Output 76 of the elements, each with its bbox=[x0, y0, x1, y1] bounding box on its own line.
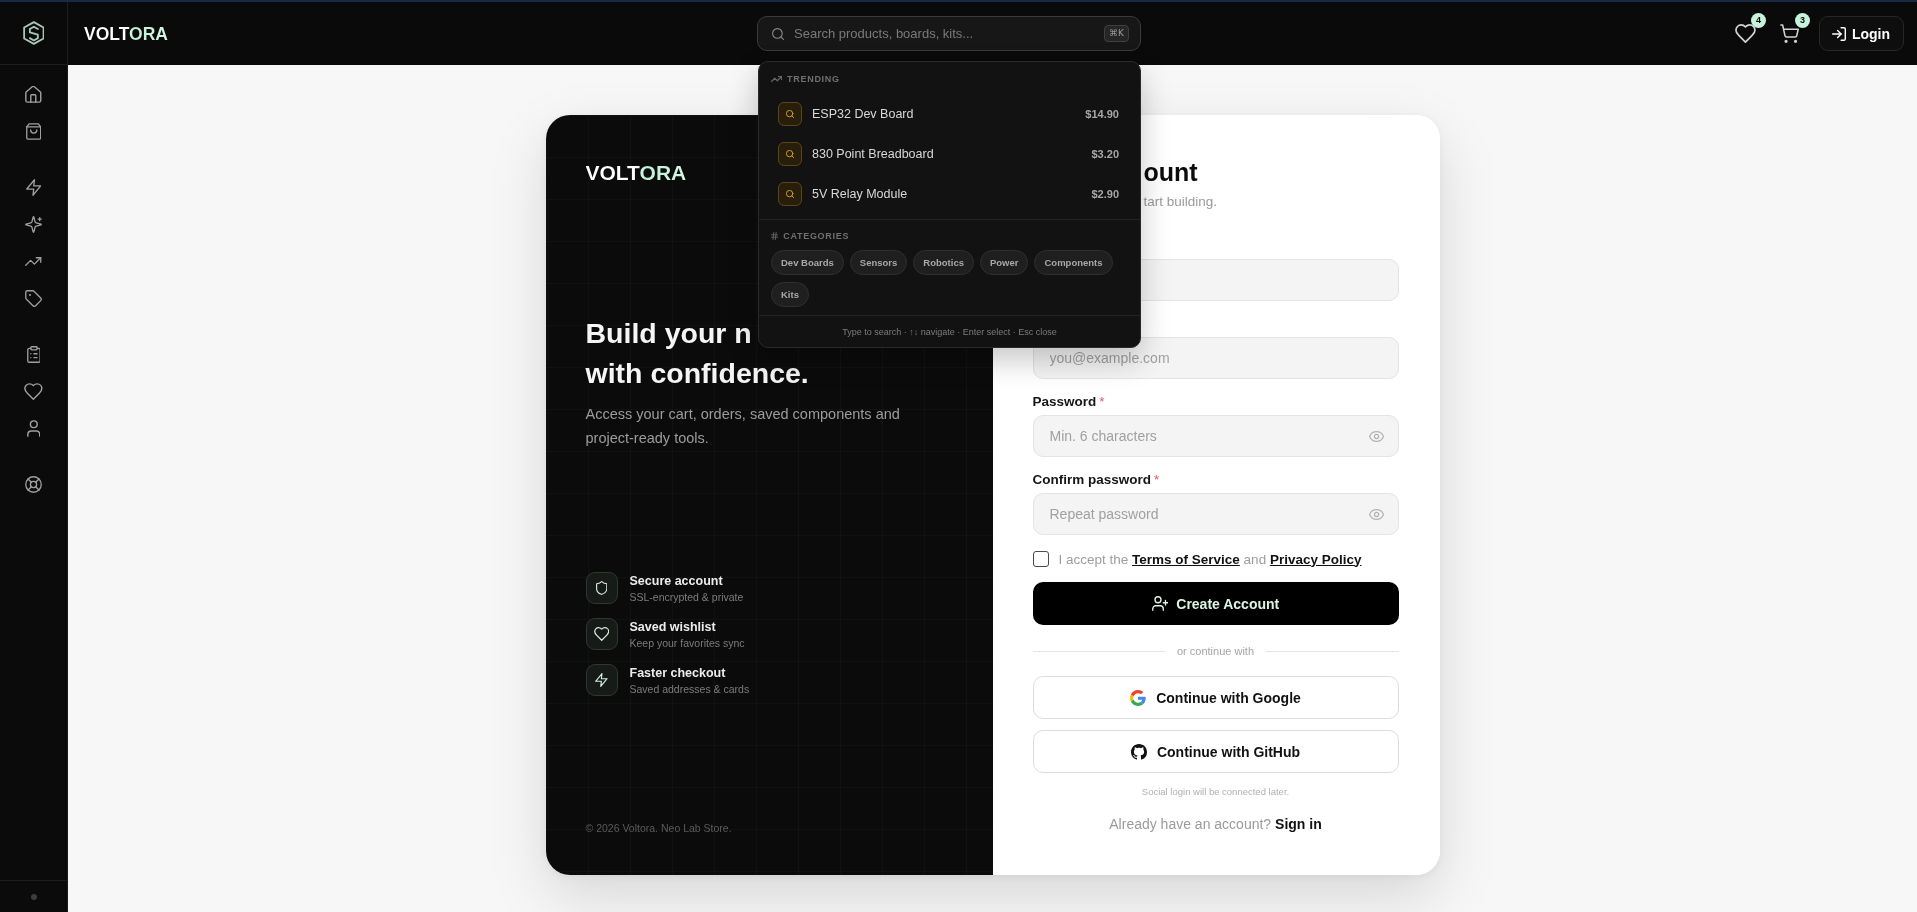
password-field[interactable]: Repeat password bbox=[1032, 493, 1399, 535]
wishlist-count-badge: 4 bbox=[1750, 12, 1766, 28]
feature-title: Saved wishlist bbox=[629, 618, 716, 635]
suggestion-text[interactable]: 5V Relay Module bbox=[812, 187, 908, 201]
cart-count-badge: 3 bbox=[1794, 12, 1810, 28]
feature-subtitle: Saved addresses & cards bbox=[629, 682, 750, 696]
feature-title: Faster checkout bbox=[629, 664, 726, 681]
feature-title: Secure account bbox=[629, 572, 723, 589]
lifebuoy-icon bbox=[25, 475, 42, 493]
search-icon bbox=[778, 102, 802, 126]
login-button[interactable]: Login bbox=[1818, 16, 1904, 51]
shield-icon bbox=[585, 572, 618, 604]
login-icon bbox=[1831, 26, 1846, 41]
field-label: Confirm password * bbox=[1032, 471, 1160, 487]
form-title: ount bbox=[1143, 157, 1199, 187]
category-chip[interactable]: Kits bbox=[771, 282, 809, 307]
cart-button[interactable]: 3 bbox=[1771, 15, 1808, 52]
social-login-button[interactable]: Continue with GitHub bbox=[1032, 730, 1399, 773]
search-icon bbox=[778, 142, 802, 166]
price-text: $14.90 bbox=[1085, 108, 1119, 120]
signin-prompt: Already have an account? Sign in bbox=[1109, 815, 1322, 833]
policy-link[interactable]: Privacy Policy bbox=[1269, 551, 1362, 567]
copyright-text: © 2026 Voltora. Neo Lab Store. bbox=[585, 821, 732, 835]
trending-up-icon bbox=[771, 76, 782, 82]
suggestion-text[interactable]: ESP32 Dev Board bbox=[812, 107, 914, 121]
feature-subtitle: SSL-encrypted & private bbox=[629, 590, 744, 604]
policy-link[interactable]: Terms of Service bbox=[1132, 551, 1240, 567]
wishlist-button[interactable]: 4 bbox=[1727, 15, 1764, 52]
trending-up-icon bbox=[25, 256, 42, 266]
hash-icon bbox=[771, 232, 779, 240]
suggestion-text[interactable]: 830 Point Breadboard bbox=[812, 147, 934, 161]
logo-icon bbox=[22, 21, 45, 45]
status-dot-icon bbox=[30, 893, 37, 900]
lightning-icon bbox=[25, 178, 42, 196]
search-icon bbox=[778, 182, 802, 206]
signin-link[interactable]: Sign in bbox=[1275, 816, 1322, 832]
terms-checkbox[interactable] bbox=[1032, 551, 1049, 567]
search-icon bbox=[772, 27, 784, 40]
field-label: Password * bbox=[1032, 393, 1105, 409]
category-chip[interactable]: Power bbox=[979, 250, 1029, 275]
password-field[interactable]: Min. 6 characters bbox=[1032, 415, 1399, 457]
feature-subtitle: Keep your favorites sync bbox=[629, 636, 745, 650]
cart-icon bbox=[1780, 24, 1800, 43]
heart-icon bbox=[1735, 24, 1757, 43]
keyboard-hint-text: Type to search · ↑↓ navigate · Enter select · Esc close bbox=[759, 315, 1140, 347]
section-label: CATEGORIES bbox=[783, 230, 850, 242]
sparkles-icon bbox=[25, 215, 42, 233]
heart-icon bbox=[24, 382, 43, 400]
google-logo-icon bbox=[1130, 689, 1147, 706]
price-text: $2.90 bbox=[1091, 188, 1119, 200]
tag-icon bbox=[25, 289, 42, 307]
social-login-button[interactable]: Continue with Google bbox=[1032, 676, 1399, 719]
category-chip[interactable]: Dev Boards bbox=[771, 250, 844, 275]
form-subtitle: tart building. bbox=[1143, 193, 1219, 211]
section-label: TRENDING bbox=[787, 73, 840, 85]
clipboard-icon bbox=[26, 345, 41, 363]
description-text: Access your cart, orders, saved components and project-ready tools. bbox=[585, 405, 901, 448]
email-field[interactable]: you@example.com bbox=[1032, 337, 1399, 379]
create-account-button[interactable]: Create Account bbox=[1032, 582, 1399, 625]
social-note-text: Social login will be connected later. bbox=[1141, 786, 1290, 798]
category-chip[interactable]: Sensors bbox=[849, 250, 908, 275]
category-chip[interactable]: Components bbox=[1034, 250, 1113, 275]
user-plus-icon bbox=[1151, 596, 1169, 611]
github-logo-icon bbox=[1130, 743, 1147, 760]
user-icon bbox=[26, 419, 41, 437]
headline-text: Build your n bbox=[585, 316, 752, 351]
terms-text: I accept the Terms of Service and Privacy Policy bbox=[1058, 551, 1362, 567]
home-icon bbox=[25, 85, 42, 103]
shopping-bag-icon bbox=[25, 122, 42, 140]
shortcut-key: ⌘K bbox=[1104, 25, 1129, 42]
headline-text: with confidence. bbox=[585, 356, 809, 391]
lightning-icon bbox=[585, 664, 618, 696]
price-text: $3.20 bbox=[1091, 148, 1119, 160]
heart-icon bbox=[585, 618, 618, 650]
category-chip[interactable]: Robotics bbox=[913, 250, 974, 275]
divider-label: or continue with bbox=[1177, 644, 1255, 658]
